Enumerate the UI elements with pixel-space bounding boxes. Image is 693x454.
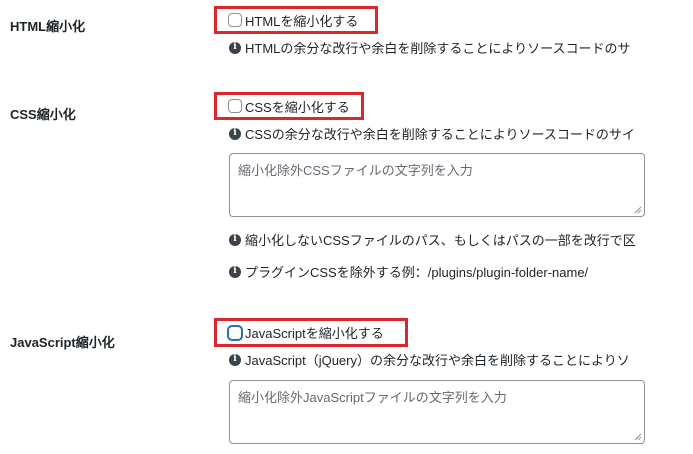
- css-exclude-textarea[interactable]: 縮小化除外CSSファイルの文字列を入力: [229, 153, 645, 217]
- css-minify-description: i CSSの余分な改行や余白を削除することによりソースコードのサイ: [229, 124, 679, 143]
- html-minify-description: i HTMLの余分な改行や余白を削除することによりソースコードのサ: [229, 38, 679, 57]
- css-minify-label: CSS縮小化: [10, 107, 76, 122]
- info-circle-icon: i: [229, 265, 241, 278]
- css-minify-highlight: CSSを縮小化する: [214, 92, 364, 120]
- css-exclude-note-text: 縮小化しないCSSファイルのパス、もしくはパスの一部を改行で区: [245, 233, 636, 248]
- js-minify-highlight: JavaScriptを縮小化する: [214, 318, 408, 347]
- css-example-note: i プラグインCSSを除外する例：/plugins/plugin-folder-…: [229, 262, 679, 281]
- info-circle-icon: i: [229, 233, 241, 246]
- html-minify-checkbox-label[interactable]: HTMLを縮小化する: [245, 11, 358, 30]
- js-minify-description: i JavaScript（jQuery）の余分な改行や余白を削除することによりソ: [229, 350, 679, 369]
- info-circle-icon: i: [229, 353, 241, 366]
- info-circle-icon: i: [229, 127, 241, 140]
- js-minify-checkbox[interactable]: [228, 325, 242, 340]
- resize-grip-icon[interactable]: [634, 206, 642, 214]
- js-minify-description-text: JavaScript（jQuery）の余分な改行や余白を削除することによりソ: [245, 353, 630, 368]
- html-minify-description-text: HTMLの余分な改行や余白を削除することによりソースコードのサ: [245, 41, 631, 56]
- resize-grip-icon[interactable]: [634, 433, 642, 441]
- settings-page: HTML縮小化 HTMLを縮小化する i HTMLの余分な改行や余白を削除するこ…: [0, 0, 693, 454]
- js-minify-checkbox-label[interactable]: JavaScriptを縮小化する: [245, 323, 384, 342]
- js-exclude-placeholder: 縮小化除外JavaScriptファイルの文字列を入力: [238, 390, 507, 405]
- css-exclude-note: i 縮小化しないCSSファイルのパス、もしくはパスの一部を改行で区: [229, 230, 679, 249]
- css-minify-checkbox[interactable]: [228, 99, 242, 113]
- html-minify-checkbox[interactable]: [228, 13, 242, 27]
- css-exclude-placeholder: 縮小化除外CSSファイルの文字列を入力: [238, 163, 473, 178]
- info-circle-icon: i: [229, 41, 241, 54]
- html-minify-highlight: HTMLを縮小化する: [214, 6, 378, 34]
- css-minify-description-text: CSSの余分な改行や余白を削除することによりソースコードのサイ: [245, 127, 635, 142]
- html-minify-label: HTML縮小化: [10, 19, 86, 34]
- js-minify-label: JavaScript縮小化: [10, 335, 115, 350]
- css-example-note-text: プラグインCSSを除外する例：/plugins/plugin-folder-na…: [245, 265, 589, 280]
- js-exclude-textarea[interactable]: 縮小化除外JavaScriptファイルの文字列を入力: [229, 380, 645, 444]
- css-minify-checkbox-label[interactable]: CSSを縮小化する: [245, 97, 350, 116]
